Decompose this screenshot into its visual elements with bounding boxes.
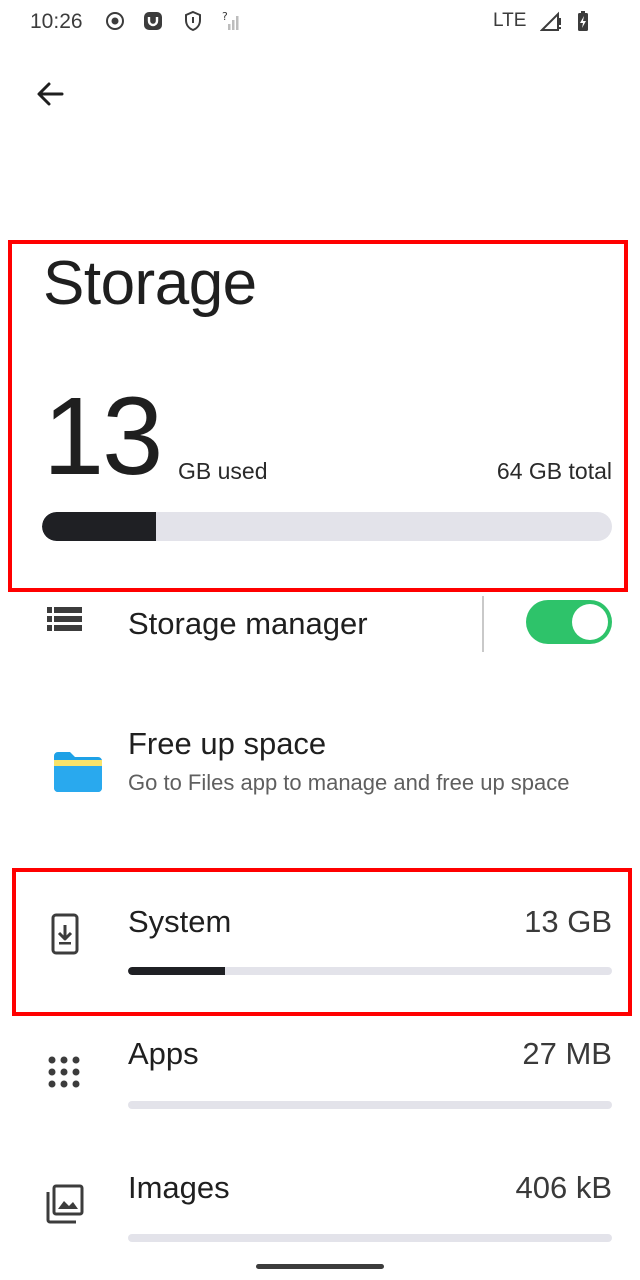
status-bar: 10:26 ? LTE (0, 0, 640, 44)
record-icon (106, 12, 124, 30)
apps-label: Apps (128, 1036, 199, 1071)
svg-text:?: ? (222, 10, 228, 23)
images-usage-bar (128, 1234, 612, 1242)
shield-icon (185, 10, 201, 32)
row-divider (482, 596, 484, 652)
back-button[interactable] (26, 70, 74, 118)
storage-manager-label: Storage manager (128, 606, 368, 641)
apps-usage-bar (128, 1101, 612, 1109)
magnet-app-icon (144, 12, 162, 30)
files-folder-icon (54, 752, 102, 792)
battery-charging-icon (578, 11, 588, 31)
free-up-space-subtitle: Go to Files app to manage and free up sp… (128, 770, 570, 795)
highlight-box-summary (8, 240, 628, 592)
network-type: LTE (493, 10, 527, 31)
images-row[interactable]: Images 406 kB (0, 1152, 640, 1252)
images-icon (46, 1184, 84, 1224)
apps-size: 27 MB (522, 1036, 612, 1071)
images-size: 406 kB (515, 1170, 612, 1205)
highlight-box-system (12, 868, 632, 1016)
free-up-space-row[interactable]: Free up space Go to Files app to manage … (0, 712, 640, 832)
free-up-space-title: Free up space (128, 726, 327, 761)
toggle-knob (572, 604, 608, 640)
apps-grid-icon (48, 1056, 80, 1088)
gesture-nav-handle[interactable] (256, 1264, 384, 1269)
storage-manager-icon (47, 607, 82, 631)
cell-signal-icon (540, 11, 561, 31)
images-label: Images (128, 1170, 230, 1205)
no-signal-icon: ? (222, 10, 239, 30)
back-arrow-icon (37, 82, 64, 106)
status-time: 10:26 (30, 10, 83, 33)
storage-manager-toggle[interactable] (526, 600, 612, 644)
apps-row[interactable]: Apps 27 MB (0, 1020, 640, 1120)
